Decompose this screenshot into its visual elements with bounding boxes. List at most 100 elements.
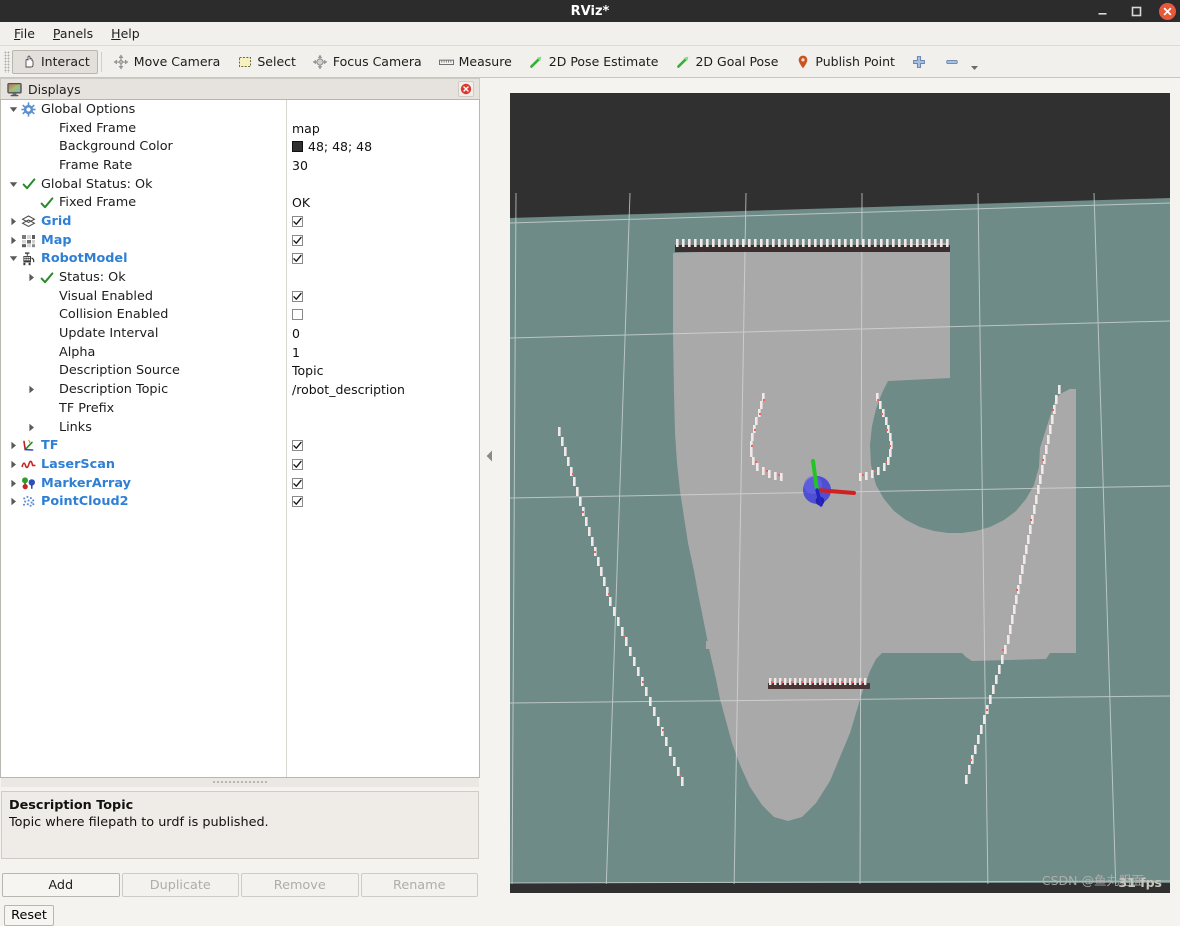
menu-help[interactable]: Help — [103, 24, 148, 43]
chevron-right-icon[interactable] — [7, 231, 20, 250]
twisty-spacer — [25, 362, 38, 381]
tree-row[interactable]: Grid — [1, 212, 479, 231]
icon-spacer — [38, 362, 55, 379]
visibility-checkbox[interactable] — [292, 309, 303, 320]
panel-close-icon[interactable] — [458, 81, 474, 97]
toolbar-overflow-button[interactable] — [969, 51, 981, 73]
close-button[interactable] — [1159, 3, 1176, 20]
tree-row[interactable]: PointCloud2 — [1, 492, 479, 511]
tree-row-value[interactable]: 1 — [286, 343, 479, 362]
tree-row[interactable]: MarkerArray — [1, 474, 479, 493]
tree-row-value[interactable] — [286, 306, 479, 325]
tree-row[interactable]: Global Options — [1, 100, 479, 119]
visibility-checkbox[interactable] — [292, 440, 303, 451]
rename-button[interactable]: Rename — [361, 873, 479, 897]
chevron-down-icon[interactable] — [7, 100, 20, 119]
tool-interact[interactable]: Interact — [12, 50, 98, 74]
panel-splitter[interactable] — [1, 778, 479, 787]
visibility-checkbox[interactable] — [292, 478, 303, 489]
tree-row[interactable]: Map — [1, 231, 479, 250]
tree-row[interactable]: Update Interval0 — [1, 324, 479, 343]
tree-row[interactable]: RobotModel — [1, 250, 479, 269]
chevron-right-icon[interactable] — [7, 212, 20, 231]
minimize-button[interactable] — [1091, 0, 1113, 22]
tool-publish-point[interactable]: Publish Point — [786, 50, 903, 74]
tree-row[interactable]: TF Prefix — [1, 399, 479, 418]
tree-row-value[interactable]: Topic — [286, 362, 479, 381]
tree-row-value[interactable] — [286, 212, 479, 231]
plus-icon — [911, 53, 928, 70]
value-text: Topic — [292, 363, 323, 378]
visibility-checkbox[interactable] — [292, 291, 303, 302]
tree-row[interactable]: Fixed Framemap — [1, 119, 479, 138]
tool-measure[interactable]: Measure — [430, 50, 520, 74]
tree-row-label: Description Topic — [59, 382, 168, 397]
tree-row-value[interactable] — [286, 455, 479, 474]
visibility-checkbox[interactable] — [292, 253, 303, 264]
tree-row[interactable]: Visual Enabled — [1, 287, 479, 306]
tree-row[interactable]: Global Status: Ok — [1, 175, 479, 194]
visibility-checkbox[interactable] — [292, 496, 303, 507]
tool-select[interactable]: Select — [228, 50, 304, 74]
tree-row[interactable]: Alpha1 — [1, 343, 479, 362]
chevron-down-icon[interactable] — [7, 175, 20, 194]
toolbar-grip[interactable] — [4, 51, 10, 73]
chevron-right-icon[interactable] — [25, 268, 38, 287]
tool-2d-pose-estimate[interactable]: 2D Pose Estimate — [520, 50, 667, 74]
tree-row-label: Visual Enabled — [59, 289, 153, 304]
color-swatch[interactable] — [292, 141, 303, 152]
tree-row[interactable]: Description Topic/robot_description — [1, 380, 479, 399]
chevron-right-icon[interactable] — [7, 436, 20, 455]
tree-row-value[interactable] — [286, 287, 479, 306]
render-view-3d[interactable]: CSDN @鱼丸粗面 31 fps — [510, 93, 1170, 893]
tree-row[interactable]: LaserScan — [1, 455, 479, 474]
tree-rows-container: Global OptionsFixed FramemapBackground C… — [1, 100, 479, 511]
tree-row-value[interactable] — [286, 231, 479, 250]
tree-row-value[interactable]: OK — [286, 193, 479, 212]
tree-row[interactable]: Status: Ok — [1, 268, 479, 287]
reset-button[interactable]: Reset — [4, 905, 54, 926]
tree-row[interactable]: Background Color48; 48; 48 — [1, 137, 479, 156]
remove-button[interactable]: Remove — [241, 873, 359, 897]
tree-row[interactable]: Links — [1, 418, 479, 437]
chevron-right-icon[interactable] — [7, 455, 20, 474]
tree-row-value[interactable]: 48; 48; 48 — [286, 137, 479, 156]
tree-row-value[interactable]: /robot_description — [286, 380, 479, 399]
maximize-button[interactable] — [1125, 0, 1147, 22]
chevron-right-icon[interactable] — [25, 380, 38, 399]
chevron-right-icon[interactable] — [7, 474, 20, 493]
tree-row-value[interactable] — [286, 474, 479, 493]
tool-focus-camera[interactable]: Focus Camera — [304, 50, 430, 74]
chevron-right-icon[interactable] — [7, 492, 20, 511]
tool-move-camera[interactable]: Move Camera — [105, 50, 229, 74]
tree-row[interactable]: Frame Rate30 — [1, 156, 479, 175]
tree-row-value[interactable] — [286, 250, 479, 269]
chevron-down-icon[interactable] — [7, 250, 20, 269]
tree-row[interactable]: Fixed FrameOK — [1, 193, 479, 212]
chevron-right-icon[interactable] — [25, 418, 38, 437]
duplicate-button[interactable]: Duplicate — [122, 873, 240, 897]
remove-tool-button[interactable] — [936, 50, 969, 74]
add-tool-button[interactable] — [903, 50, 936, 74]
visibility-checkbox[interactable] — [292, 216, 303, 227]
tree-row-value[interactable]: map — [286, 119, 479, 138]
menu-panels[interactable]: Panels — [45, 24, 101, 43]
visibility-checkbox[interactable] — [292, 235, 303, 246]
tree-row[interactable]: TF — [1, 436, 479, 455]
tree-row-value[interactable]: 30 — [286, 156, 479, 175]
tree-row[interactable]: Description SourceTopic — [1, 362, 479, 381]
icon-spacer — [38, 306, 55, 323]
twisty-spacer — [25, 156, 38, 175]
help-text: Topic where filepath to urdf is publishe… — [9, 815, 471, 830]
tool-2d-goal-pose[interactable]: 2D Goal Pose — [666, 50, 786, 74]
minus-icon — [944, 53, 961, 70]
tree-row[interactable]: Collision Enabled — [1, 306, 479, 325]
visibility-checkbox[interactable] — [292, 459, 303, 470]
add-button[interactable]: Add — [2, 873, 120, 897]
tree-row-value[interactable] — [286, 436, 479, 455]
tree-row-value[interactable]: 0 — [286, 324, 479, 343]
displays-tree[interactable]: Global OptionsFixed FramemapBackground C… — [0, 99, 480, 778]
menu-file[interactable]: File — [6, 24, 43, 43]
chevron-left-icon[interactable] — [484, 438, 495, 474]
tree-row-value[interactable] — [286, 492, 479, 511]
